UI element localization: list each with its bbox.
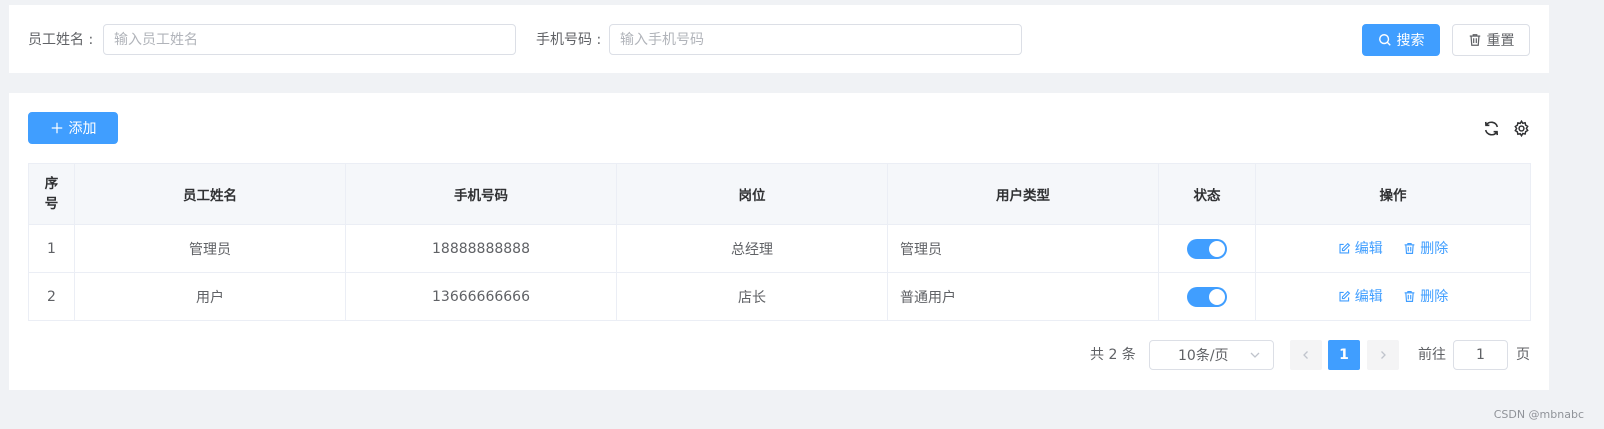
- table-row: 1 管理员 18888888888 总经理 管理员 编辑 删除: [28, 224, 1531, 273]
- phone-input[interactable]: [609, 24, 1022, 55]
- employee-table: 序 号 员工姓名 手机号码 岗位 用户类型 状态 操作 1 管理员 188888…: [28, 163, 1531, 321]
- search-button-label: 搜索: [1396, 33, 1425, 49]
- switch-knob: [1209, 288, 1225, 305]
- trash-icon: [1404, 290, 1415, 302]
- page-size-select[interactable]: 10条/页: [1149, 340, 1274, 370]
- header-phone: 手机号码: [345, 163, 617, 225]
- search-icon: [1378, 34, 1391, 46]
- plus-icon: [51, 122, 62, 134]
- header-actions: 操作: [1255, 163, 1531, 225]
- chevron-left-icon: [1303, 351, 1308, 359]
- goto-suffix: 页: [1516, 347, 1530, 363]
- chevron-down-icon: [1250, 352, 1260, 358]
- delete-button[interactable]: 删除: [1403, 286, 1448, 306]
- edit-label: 编辑: [1354, 289, 1383, 306]
- delete-button[interactable]: 删除: [1403, 238, 1448, 258]
- phone-label: 手机号码 :: [536, 32, 602, 48]
- watermark: CSDN @mbnabc: [1493, 408, 1584, 421]
- prev-page-button[interactable]: [1290, 340, 1322, 370]
- cell-actions: 编辑 删除: [1255, 224, 1531, 273]
- reset-button[interactable]: 重置: [1452, 24, 1530, 56]
- table-header-row: 序 号 员工姓名 手机号码 岗位 用户类型 状态 操作: [28, 163, 1531, 225]
- header-status: 状态: [1158, 163, 1256, 225]
- cell-user-type: 管理员: [887, 224, 1159, 273]
- cell-position: 总经理: [616, 224, 888, 273]
- reset-button-label: 重置: [1486, 33, 1515, 49]
- header-user-type: 用户类型: [887, 163, 1159, 225]
- status-switch[interactable]: [1187, 286, 1227, 307]
- employee-name-label: 员工姓名 :: [28, 32, 94, 48]
- edit-button[interactable]: 编辑: [1338, 238, 1383, 258]
- goto-prefix: 前往: [1418, 347, 1446, 363]
- table-row: 2 用户 13666666666 店长 普通用户 编辑 删除: [28, 272, 1531, 321]
- pagination-total: 共 2 条: [1090, 347, 1136, 363]
- cell-name: 用户: [74, 272, 346, 321]
- cell-index: 2: [28, 272, 75, 321]
- refresh-icon: [1484, 120, 1498, 136]
- cell-user-type: 普通用户: [887, 272, 1159, 321]
- cell-actions: 编辑 删除: [1255, 272, 1531, 321]
- trash-icon: [1469, 34, 1480, 46]
- chevron-right-icon: [1381, 351, 1386, 359]
- header-index-line-2: 号: [44, 196, 59, 212]
- add-button-label: 添加: [68, 121, 97, 137]
- cell-phone: 18888888888: [345, 224, 617, 273]
- search-panel: 员工姓名 : 手机号码 : 搜索 重置: [9, 5, 1549, 73]
- table-panel: 添加 序 号 员工姓名 手机号码 岗位 用户类型 状态 操作 1 管理员 188…: [9, 93, 1549, 390]
- refresh-button[interactable]: [1482, 119, 1500, 137]
- goto-page-input[interactable]: [1453, 340, 1508, 370]
- delete-label: 删除: [1420, 289, 1449, 306]
- edit-icon: [1339, 242, 1350, 254]
- page-size-value: 10条/页: [1178, 348, 1229, 364]
- add-button[interactable]: 添加: [28, 112, 118, 144]
- search-button[interactable]: 搜索: [1362, 24, 1440, 56]
- cell-status: [1158, 272, 1256, 321]
- header-index-line-1: 序: [44, 176, 59, 192]
- cell-name: 管理员: [74, 224, 346, 273]
- delete-label: 删除: [1420, 241, 1449, 258]
- page-number-button[interactable]: 1: [1328, 340, 1360, 370]
- edit-label: 编辑: [1354, 241, 1383, 258]
- gear-icon: [1513, 119, 1529, 137]
- cell-position: 店长: [616, 272, 888, 321]
- edit-button[interactable]: 编辑: [1338, 286, 1383, 306]
- cell-index: 1: [28, 224, 75, 273]
- status-switch[interactable]: [1187, 238, 1227, 259]
- cell-phone: 13666666666: [345, 272, 617, 321]
- header-position: 岗位: [616, 163, 888, 225]
- edit-icon: [1339, 290, 1350, 302]
- trash-icon: [1404, 242, 1415, 254]
- next-page-button[interactable]: [1367, 340, 1399, 370]
- cell-status: [1158, 224, 1256, 273]
- header-index: 序 号: [28, 163, 75, 225]
- header-name: 员工姓名: [74, 163, 346, 225]
- settings-button[interactable]: [1512, 119, 1530, 137]
- employee-name-input[interactable]: [103, 24, 516, 55]
- switch-knob: [1209, 240, 1225, 257]
